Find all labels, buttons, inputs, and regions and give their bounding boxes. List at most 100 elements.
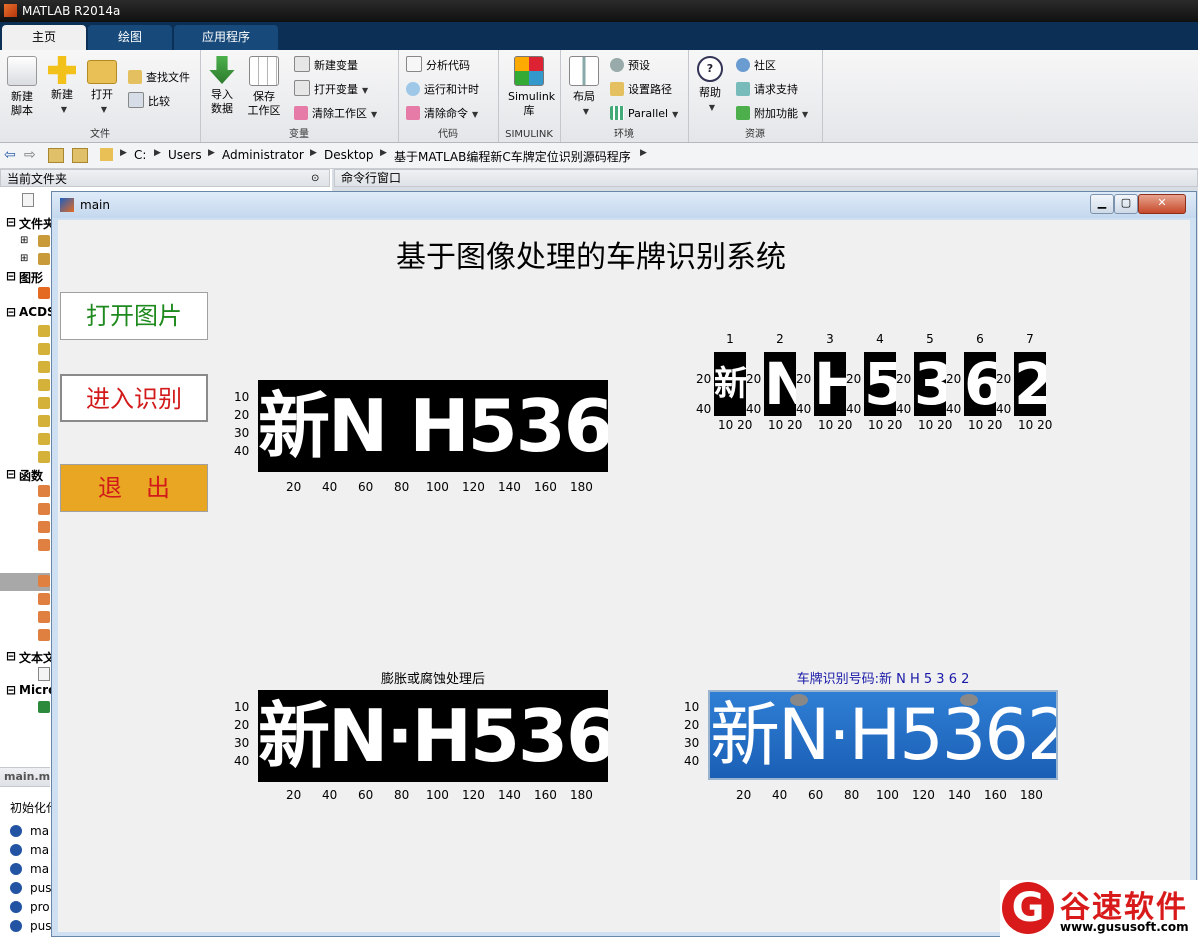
back-arrow-icon[interactable]: ⇦ [4, 147, 16, 163]
segment-x-ticks: 10 20 [718, 418, 753, 432]
folder-icon [87, 60, 117, 84]
segment-y-tick: 20 [796, 372, 812, 386]
tab-apps[interactable]: 应用程序 [174, 25, 278, 50]
path-crumb-desktop[interactable]: Desktop [324, 148, 374, 162]
file-item[interactable]: pus [30, 881, 51, 895]
layout-button[interactable]: 布局 ▼ [564, 56, 604, 119]
morph-plate-image: 新N·H5362 [258, 690, 608, 782]
folder-icon [38, 235, 50, 247]
panel-menu-icon[interactable]: ⊙ [311, 170, 319, 188]
new-variable-button[interactable]: 新建变量 [294, 56, 358, 76]
tree-node-folders[interactable]: 文件夹 [19, 215, 55, 232]
chevron-down-icon: ▼ [371, 110, 378, 119]
function-file-icon [38, 593, 50, 605]
x-tick: 180 [570, 480, 593, 494]
run-and-time-button[interactable]: 运行和计时 [406, 80, 479, 100]
segment-char: 3 [914, 352, 946, 416]
tree-node-figures[interactable]: 图形 [19, 269, 43, 286]
new-button[interactable]: 新建 ▼ [42, 56, 82, 117]
x-tick: 120 [462, 480, 485, 494]
open-button[interactable]: 打开 ▼ [82, 56, 122, 117]
x-tick: 80 [844, 788, 860, 802]
environment-group: 布局 ▼ 预设 设置路径 Parallel ▼ 环境 [560, 50, 689, 142]
segment-char: N [764, 352, 796, 416]
preferences-button[interactable]: 预设 [610, 56, 650, 76]
open-variable-button[interactable]: 打开变量 ▼ [294, 80, 368, 100]
plus-icon [48, 56, 76, 84]
path-crumb-administrator[interactable]: Administrator [222, 148, 304, 162]
expand-icon[interactable]: ⊞ [20, 253, 28, 264]
x-tick: 140 [498, 788, 521, 802]
layout-icon [569, 56, 599, 86]
minimize-button[interactable]: ▁ [1090, 194, 1114, 214]
image-file-icon [38, 451, 50, 463]
file-item[interactable]: ma [30, 843, 49, 857]
file-item[interactable]: pro [30, 900, 50, 914]
morph-axes-title: 膨胀或腐蚀处理后 [380, 672, 485, 687]
addons-button[interactable]: 附加功能 ▼ [736, 104, 808, 124]
new-script-button[interactable]: 新建 脚本 [2, 56, 42, 118]
community-button[interactable]: 社区 [736, 56, 776, 76]
color-plate-image: 新N·H5362 [708, 690, 1058, 780]
file-item[interactable]: ma [30, 862, 49, 876]
binary-plate-text: 新N H5362 [258, 384, 608, 468]
figure-title-bar[interactable]: main ▁ ▢ ✕ [52, 192, 1196, 218]
community-icon [736, 58, 750, 72]
recognize-button[interactable]: 进入识别 [60, 374, 208, 422]
compare-button[interactable]: 比较 [128, 92, 170, 112]
y-tick: 40 [234, 754, 250, 768]
import-data-button[interactable]: 导入 数据 [202, 56, 242, 116]
x-tick: 180 [1020, 788, 1043, 802]
help-button[interactable]: ? 帮助 ▼ [690, 56, 730, 115]
file-group: 新建 脚本 新建 ▼ 打开 ▼ 查找文件 比较 文件 [0, 50, 201, 142]
path-crumb-drive[interactable]: C: [134, 148, 146, 162]
file-item[interactable]: ma [30, 824, 49, 838]
set-path-button[interactable]: 设置路径 [610, 80, 672, 100]
segment-y-tick: 20 [696, 372, 712, 386]
current-folder-header: 当前文件夹 ⊙ [0, 169, 330, 187]
tab-plots[interactable]: 绘图 [88, 25, 172, 50]
binary-plate-image: 新N H5362 [258, 380, 608, 472]
y-tick: 10 [234, 700, 250, 714]
app-title: MATLAB R2014a [22, 4, 121, 18]
path-crumb-project[interactable]: 基于MATLAB编程新C车牌定位识别源码程序 [394, 148, 631, 165]
x-tick: 120 [462, 788, 485, 802]
file-detail-header: main.m [0, 767, 50, 787]
tab-home[interactable]: 主页 [2, 25, 86, 50]
segment-number: 6 [976, 332, 984, 346]
forward-arrow-icon[interactable]: ⇨ [24, 147, 36, 163]
figure-window: main ▁ ▢ ✕ 基于图像处理的车牌识别系统 打开图片 进入识别 退 出 新… [51, 191, 1197, 937]
save-workspace-button[interactable]: 保存 工作区 [244, 56, 284, 118]
segment-x-ticks: 10 20 [968, 418, 1003, 432]
browse-folder-icon[interactable] [72, 148, 88, 163]
path-separator-icon: ▶ [120, 148, 127, 158]
clear-workspace-button[interactable]: 清除工作区 ▼ [294, 104, 377, 124]
segment-y-tick: 20 [896, 372, 912, 386]
analyze-code-button[interactable]: 分析代码 [406, 56, 470, 76]
function-file-icon [38, 485, 50, 497]
segment-char: 5 [864, 352, 896, 416]
find-folder-icon [128, 70, 142, 84]
close-button[interactable]: ✕ [1138, 194, 1186, 214]
expand-icon[interactable]: ⊞ [20, 235, 28, 246]
exit-button[interactable]: 退 出 [60, 464, 208, 512]
tree-node-functions[interactable]: 函数 [19, 467, 43, 484]
simulink-icon [514, 56, 544, 86]
parallel-button[interactable]: Parallel ▼ [610, 104, 678, 124]
x-tick: 20 [286, 480, 302, 494]
path-crumb-users[interactable]: Users [168, 148, 202, 162]
text-file-icon [38, 667, 50, 681]
request-support-button[interactable]: 请求支持 [736, 80, 798, 100]
clear-commands-button[interactable]: 清除命令 ▼ [406, 104, 478, 124]
y-tick: 30 [684, 736, 700, 750]
tree-node-text[interactable]: 文本文 [19, 649, 55, 666]
y-tick: 40 [234, 444, 250, 458]
maximize-button[interactable]: ▢ [1114, 194, 1138, 214]
up-folder-icon[interactable] [48, 148, 64, 163]
segment-char: 2 [1014, 352, 1046, 416]
find-files-button[interactable]: 查找文件 [128, 68, 190, 88]
open-image-button[interactable]: 打开图片 [60, 292, 208, 340]
x-tick: 60 [808, 788, 824, 802]
file-item[interactable]: pus [30, 919, 51, 933]
simulink-library-button[interactable]: Simulink 库 [508, 56, 555, 118]
